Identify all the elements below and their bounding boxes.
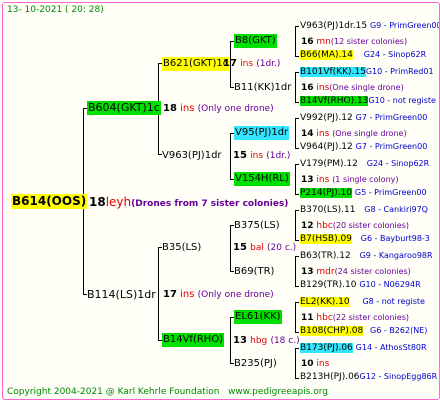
gen3-e-info: 12 hbc(20 sister colonies) bbox=[301, 221, 409, 231]
connector-gen1b bbox=[158, 247, 159, 341]
queen-gen3-a[interactable]: B8(GKT) bbox=[234, 34, 277, 48]
gen3-d-info: 13 ins (1 single colony) bbox=[301, 175, 399, 185]
queen-gen2-b[interactable]: V963(PJ)1dr bbox=[162, 151, 222, 161]
queen-gen2-a[interactable]: B621(GKT)1c bbox=[162, 57, 230, 71]
queen-gen3-h[interactable]: B235(PJ) bbox=[234, 359, 277, 369]
gen2-b-info: 15 ins (1dr.) bbox=[233, 150, 291, 161]
gen4-row-12[interactable]: B63(TR).12 G9 - Kangaroo98R bbox=[300, 252, 433, 261]
queen-gen3-c[interactable]: V95(PJ)1dr bbox=[234, 126, 290, 140]
gen4-row-9[interactable]: P214(PJ).10 G5 - PrimGreen00 bbox=[300, 188, 427, 198]
gen3-h-info: 10 ins bbox=[301, 359, 330, 369]
gen4-row-13[interactable]: B129(TR).10 G10 - N06294R bbox=[300, 281, 421, 290]
root-info: 18leyh(Drones from 7 sister colonies) bbox=[89, 195, 289, 209]
gen4-row-5[interactable]: B14Vf(RHO).13G10 - not registe bbox=[300, 96, 436, 106]
gen2-c-info: 15 bal (20 c.) bbox=[233, 242, 297, 253]
queen-gen1-b[interactable]: B114(LS)1dr bbox=[87, 289, 156, 300]
site-link[interactable]: www.pedigreeapis.org bbox=[228, 387, 328, 397]
gen1-a-info: 18 ins (Only one drone) bbox=[163, 103, 274, 114]
gen3-f-info: 13 mdr(24 sister colonies) bbox=[301, 267, 411, 277]
queen-root[interactable]: B614(OOS) bbox=[11, 194, 88, 209]
gen4-row-7[interactable]: V964(PJ).12 G7 - PrimGreen00 bbox=[300, 143, 427, 152]
queen-gen3-e[interactable]: B375(LS) bbox=[234, 221, 280, 231]
queen-gen2-d[interactable]: B14Vf(RHO) bbox=[162, 333, 225, 347]
queen-gen3-b[interactable]: B11(KK)1dr bbox=[234, 83, 291, 93]
gen4-row-11[interactable]: B7(HSB).09 G6 - Bayburt98-3 bbox=[300, 234, 430, 244]
copyright: Copyright 2004-2021 @ Karl Kehrle Founda… bbox=[7, 388, 328, 397]
gen4-row-3[interactable]: B66(MA).14 G24 - Sinop62R bbox=[300, 50, 426, 60]
gen4-row-15[interactable]: B108(CHP).08 G6 - B262(NE) bbox=[300, 326, 427, 336]
queen-gen1-a[interactable]: B604(GKT)1c bbox=[87, 101, 161, 115]
gen4-row-6[interactable]: V992(PJ).12 G7 - PrimGreen00 bbox=[300, 114, 427, 123]
gen2-d-info: 13 hbg (18 c.) bbox=[233, 335, 300, 346]
gen4-row-1[interactable]: V963(PJ)1dr.15 G9 - PrimGreen00 bbox=[300, 22, 439, 31]
gen4-row-16[interactable]: B173(PJ).06 G14 - AthosSt80R bbox=[300, 343, 427, 353]
gen4-row-2: 16 mn(12 sister colonies) bbox=[301, 37, 408, 47]
gen4-row-8[interactable]: V179(PM).12 G24 - Sinop62R bbox=[300, 160, 429, 169]
gen3-c-info: 14 ins (One single drone) bbox=[301, 129, 407, 139]
queen-gen3-g[interactable]: EL61(KK) bbox=[234, 310, 282, 324]
gen2-a-info: 17 ins (1dr.) bbox=[223, 58, 281, 69]
copyright-text: Copyright 2004-2021 @ Karl Kehrle Founda… bbox=[7, 387, 220, 397]
queen-gen3-d[interactable]: V154H(RL) bbox=[234, 172, 290, 186]
gen4-row-17[interactable]: B213H(PJ).06G12 - SinopEgg86R bbox=[300, 373, 437, 382]
gen1-b-info: 17 ins (Only one drone) bbox=[163, 289, 274, 300]
queen-gen3-f[interactable]: B69(TR) bbox=[234, 267, 274, 277]
gen4-row-4[interactable]: B101Vf(KK).15G10 - PrimRed01 bbox=[300, 67, 434, 77]
gen4-row-10[interactable]: B370(LS).11 G8 - Cankiri97Q bbox=[300, 206, 428, 215]
gen3-b-info: 16 ins(One single drone) bbox=[301, 83, 404, 93]
gen3-g-info: 11 hbc(22 sister colonies) bbox=[301, 313, 409, 323]
queen-gen2-c[interactable]: B35(LS) bbox=[162, 243, 201, 253]
date-stamp: 13- 10-2021 ( 20: 28) bbox=[7, 5, 104, 15]
gen4-row-14[interactable]: EL2(KK).10 G8 - not registe bbox=[300, 297, 425, 307]
pedigree-chart: { "header": {"date": "13- 10-2021 ( 20: … bbox=[2, 2, 440, 400]
